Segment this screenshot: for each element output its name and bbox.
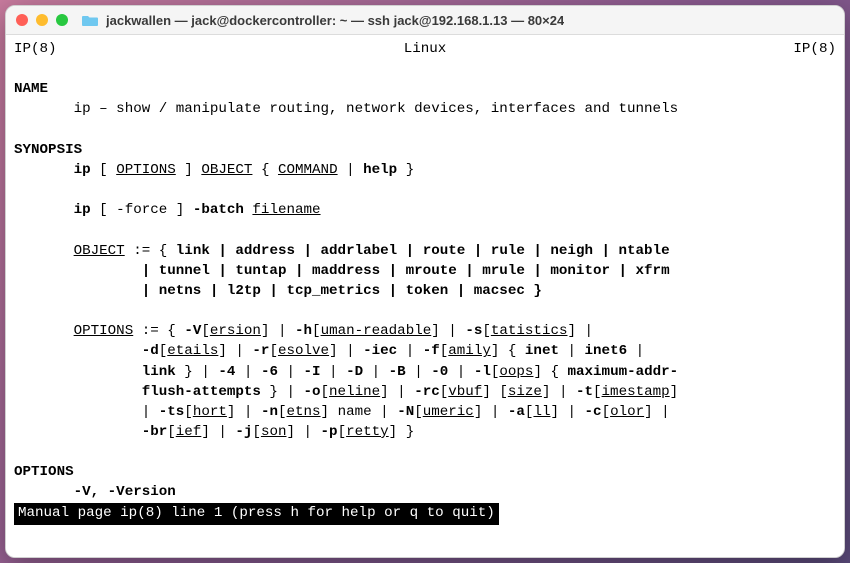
options-first: -V, -Version: [74, 484, 176, 500]
pager-statusline: Manual page ip(8) line 1 (press h for he…: [14, 503, 499, 525]
close-button[interactable]: [16, 14, 28, 26]
maximize-button[interactable]: [56, 14, 68, 26]
man-header-left: IP(8): [14, 39, 57, 59]
man-header-center: Linux: [404, 39, 447, 59]
section-name: NAME: [14, 81, 48, 97]
options-label: OPTIONS: [74, 323, 134, 339]
man-header-right: IP(8): [793, 39, 836, 59]
object-label: OBJECT: [74, 243, 125, 259]
terminal-content[interactable]: IP(8) Linux IP(8) NAME ip – show / manipul…: [6, 35, 844, 557]
titlebar: jackwallen — jack@dockercontroller: ~ — …: [6, 6, 844, 35]
traffic-lights: [16, 14, 68, 26]
name-line: ip – show / manipulate routing, network …: [74, 101, 679, 117]
terminal-window: jackwallen — jack@dockercontroller: ~ — …: [5, 5, 845, 558]
window-title: jackwallen — jack@dockercontroller: ~ — …: [106, 13, 564, 28]
section-synopsis: SYNOPSIS: [14, 142, 82, 158]
section-options: OPTIONS: [14, 464, 74, 480]
folder-icon: [82, 14, 98, 26]
man-header: IP(8) Linux IP(8): [14, 39, 836, 59]
minimize-button[interactable]: [36, 14, 48, 26]
